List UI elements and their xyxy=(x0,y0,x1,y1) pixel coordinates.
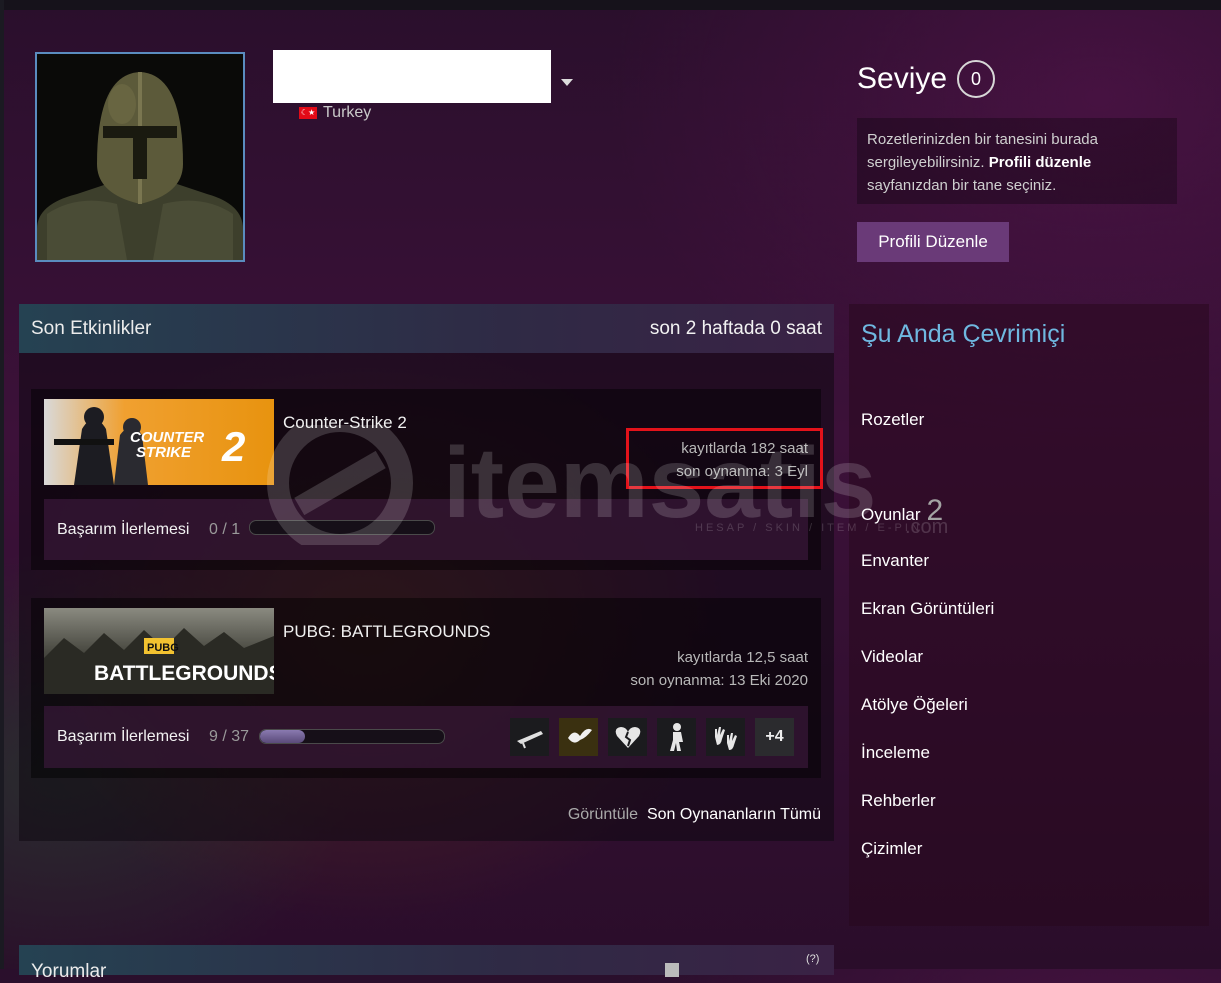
edit-profile-button[interactable]: Profili Düzenle xyxy=(857,222,1009,262)
badge-info-edit-profile-link[interactable]: Profili düzenle xyxy=(989,154,1092,171)
pubg-last-played: son oynanma: 13 Eki 2020 xyxy=(630,672,808,689)
cs2-achievement-label: Başarım İlerlemesi xyxy=(57,521,190,538)
view-all-prefix: Görüntüle xyxy=(567,806,639,823)
knight-helmet-avatar-icon xyxy=(37,54,243,260)
pubg-achievement-count: 9 / 37 xyxy=(209,728,250,745)
profile-name-redacted xyxy=(273,50,551,103)
comments-title: Yorumlar xyxy=(31,961,107,982)
rifle-achievement-icon[interactable] xyxy=(510,718,549,756)
profile-sidebar: Şu Anda Çevrimiçi Rozetler Oyunlar 2 Enva… xyxy=(849,304,1209,926)
pubg-achievement-progress[interactable]: Başarım İlerlemesi 9 / 37 +4 xyxy=(44,706,808,768)
top-strip xyxy=(0,0,1221,10)
pubg-capsule-art-icon: PUBG BATTLEGROUNDS xyxy=(44,608,274,694)
country-label: Turkey xyxy=(323,104,372,121)
recent-game-pubg: PUBG BATTLEGROUNDS PUBG: BATTLEGROUNDS k… xyxy=(31,598,821,778)
cs2-achievement-count: 0 / 1 xyxy=(209,521,241,538)
cs2-achievement-progress-bar xyxy=(249,520,435,535)
cs2-capsule-image[interactable]: COUNTER STRIKE 2 xyxy=(44,399,274,485)
sidebar-link-reviews[interactable]: İnceleme xyxy=(861,743,930,763)
view-all-recent: Görüntüle Son Oynananların Tümü xyxy=(568,806,821,824)
pubg-game-name[interactable]: PUBG: BATTLEGROUNDS xyxy=(283,622,491,642)
view-all-recent-games-link[interactable]: Son Oynananların Tümü xyxy=(647,806,821,823)
dove-achievement-icon[interactable] xyxy=(559,718,598,756)
cs2-achievement-progress[interactable]: Başarım İlerlemesi 0 / 1 xyxy=(44,499,808,560)
recent-activity-title: Son Etkinlikler xyxy=(31,317,152,339)
pubg-capsule-text-1: PUBG xyxy=(147,642,179,654)
soldier-achievement-icon[interactable] xyxy=(657,718,696,756)
level-badge[interactable]: 0 xyxy=(957,60,996,98)
sidebar-link-guides[interactable]: Rehberler xyxy=(861,791,936,811)
sidebar-games-count: 2 xyxy=(926,494,944,527)
highlight-annotation-box xyxy=(626,428,823,489)
profile-avatar[interactable] xyxy=(35,52,245,262)
sidebar-link-badges[interactable]: Rozetler xyxy=(861,410,924,430)
more-achievements-button[interactable]: +4 xyxy=(755,718,794,756)
pubg-achievement-icons: +4 xyxy=(510,718,794,756)
recent-activity-header: Son Etkinlikler son 2 haftada 0 saat xyxy=(19,304,834,353)
featured-badge-info: Rozetlerinizden bir tanesini burada serg… xyxy=(857,118,1177,204)
cs2-game-name[interactable]: Counter-Strike 2 xyxy=(283,413,407,433)
sidebar-link-videos[interactable]: Videolar xyxy=(861,647,923,667)
cs2-capsule-text-2: STRIKE xyxy=(136,444,192,461)
pubg-achievement-progress-bar xyxy=(259,729,445,744)
pubg-achievement-progress-fill xyxy=(260,730,305,743)
name-history-chevron-down-icon[interactable] xyxy=(561,79,573,86)
profile-level: Seviye 0 xyxy=(857,60,996,98)
sidebar-link-games[interactable]: Oyunlar 2 xyxy=(861,494,943,528)
pubg-capsule-image[interactable]: PUBG BATTLEGROUNDS xyxy=(44,608,274,694)
level-title: Seviye xyxy=(857,62,948,95)
comments-panel-header: Yorumlar (?) xyxy=(19,945,834,982)
sidebar-link-games-label: Oyunlar xyxy=(861,505,921,524)
cs2-capsule-number: 2 xyxy=(221,423,245,470)
turkey-flag-icon: ☾★ xyxy=(299,107,317,119)
sidebar-link-artwork[interactable]: Çizimler xyxy=(861,839,922,859)
pubg-hours-on-record: kayıtlarda 12,5 saat xyxy=(677,649,808,666)
broken-heart-achievement-icon[interactable] xyxy=(608,718,647,756)
pubg-game-stats: kayıtlarda 12,5 saat son oynanma: 13 Eki… xyxy=(630,646,808,692)
sidebar-link-inventory[interactable]: Envanter xyxy=(861,551,929,571)
badge-info-text-2: sayfanızdan bir tane seçiniz. xyxy=(867,177,1057,194)
pubg-achievement-label: Başarım İlerlemesi xyxy=(57,728,190,745)
hands-achievement-icon[interactable] xyxy=(706,718,745,756)
online-status: Şu Anda Çevrimiçi xyxy=(861,320,1066,348)
recent-activity-hours: son 2 haftada 0 saat xyxy=(649,317,822,339)
sidebar-link-workshop[interactable]: Atölye Öğeleri xyxy=(861,695,968,715)
cs2-capsule-art-icon: COUNTER STRIKE 2 xyxy=(44,399,274,485)
comments-help-icon[interactable]: (?) xyxy=(806,953,819,965)
comments-checkbox[interactable] xyxy=(665,963,679,977)
sidebar-link-screenshots[interactable]: Ekran Görüntüleri xyxy=(861,599,994,619)
profile-location: ☾★ Turkey xyxy=(299,104,371,122)
pubg-capsule-text-2: BATTLEGROUNDS xyxy=(94,662,274,685)
recent-activity-panel: Son Etkinlikler son 2 haftada 0 saat COU… xyxy=(19,304,834,841)
left-edge xyxy=(0,0,4,969)
